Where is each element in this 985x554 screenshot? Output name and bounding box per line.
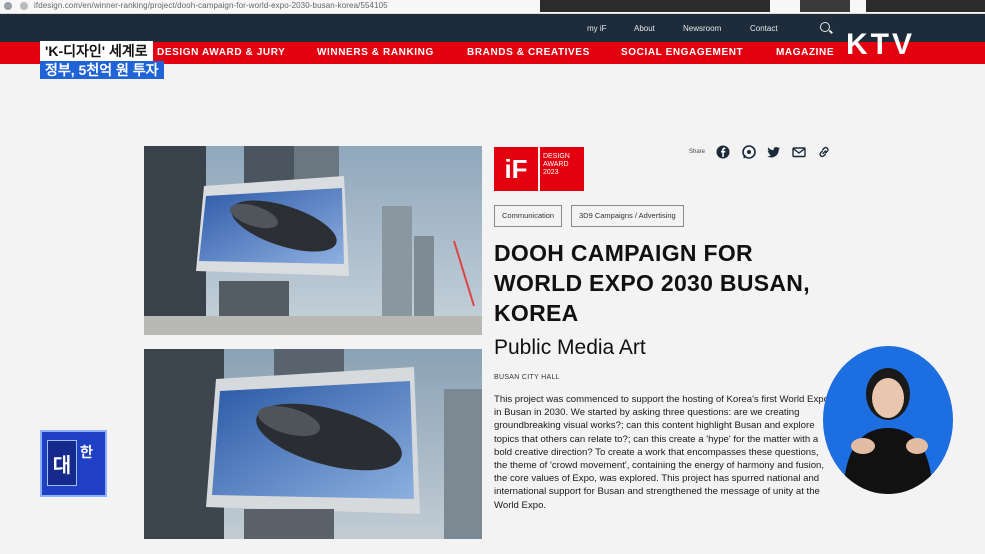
browser-extension-bar <box>866 0 985 12</box>
link-icon[interactable] <box>817 145 831 159</box>
news-caption-line1: 'K-디자인' 세계로 <box>40 41 153 61</box>
nav-winners[interactable]: WINNERS & RANKING <box>317 47 434 58</box>
project-photo-2[interactable] <box>144 349 482 539</box>
nav-my-if[interactable]: my iF <box>587 24 607 33</box>
nav-brands[interactable]: BRANDS & CREATIVES <box>467 47 590 58</box>
project-client: BUSAN CITY HALL <box>494 374 560 381</box>
project-subtitle: Public Media Art <box>494 336 646 359</box>
top-navigation: my iF About Newsroom Contact <box>0 14 985 42</box>
nav-design-award[interactable]: DESIGN AWARD & JURY <box>157 47 285 58</box>
tag-discipline[interactable]: Communication <box>494 205 563 227</box>
back-icon[interactable] <box>4 2 12 10</box>
project-description: This project was commenced to support th… <box>494 394 829 511</box>
channel-logo: KTV <box>846 28 915 61</box>
nav-social[interactable]: SOCIAL ENGAGEMENT <box>621 47 743 58</box>
browser-extension-bar <box>540 0 770 12</box>
interpreter-figure <box>843 368 933 494</box>
logo-line2: AWARD <box>543 161 569 168</box>
twitter-icon[interactable] <box>767 145 781 159</box>
project-photo-1[interactable] <box>144 146 482 335</box>
news-caption-line2: 정부, 5천억 원 투자 <box>40 61 164 79</box>
if-design-award-logo: iF DESIGN AWARD 2023 <box>494 147 584 191</box>
browser-extension-bar <box>800 0 850 12</box>
project-title: DOOH CAMPAIGN FOR WORLD EXPO 2030 BUSAN,… <box>494 240 810 326</box>
nav-newsroom[interactable]: Newsroom <box>683 24 721 33</box>
building-screen-illustration <box>144 146 482 335</box>
if-logo-mark: iF <box>494 147 538 191</box>
badge-main-char: 대 <box>47 440 77 486</box>
browser-address-bar[interactable]: ifdesign.com/en/winner-ranking/project/d… <box>0 0 985 14</box>
building-screen-illustration <box>144 349 482 539</box>
search-icon[interactable] <box>820 22 830 32</box>
lock-icon <box>20 2 28 10</box>
facebook-icon[interactable] <box>716 145 730 159</box>
logo-line1: DESIGN <box>543 153 570 160</box>
share-label: Share <box>689 149 706 155</box>
logo-year: 2023 <box>543 169 559 176</box>
badge-side-char: 한 <box>80 444 93 460</box>
nav-about[interactable]: About <box>634 24 655 33</box>
nav-contact[interactable]: Contact <box>750 24 778 33</box>
url-text[interactable]: ifdesign.com/en/winner-ranking/project/d… <box>34 1 388 10</box>
sign-language-interpreter <box>823 346 953 494</box>
tag-category[interactable]: 3D9 Campaigns / Advertising <box>571 205 684 227</box>
if-logo-text: DESIGN AWARD 2023 <box>540 147 584 191</box>
email-icon[interactable] <box>792 145 806 159</box>
broadcast-badge: 대 한 <box>40 430 107 497</box>
whatsapp-icon[interactable] <box>742 145 756 159</box>
nav-magazine[interactable]: MAGAZINE <box>776 47 834 58</box>
